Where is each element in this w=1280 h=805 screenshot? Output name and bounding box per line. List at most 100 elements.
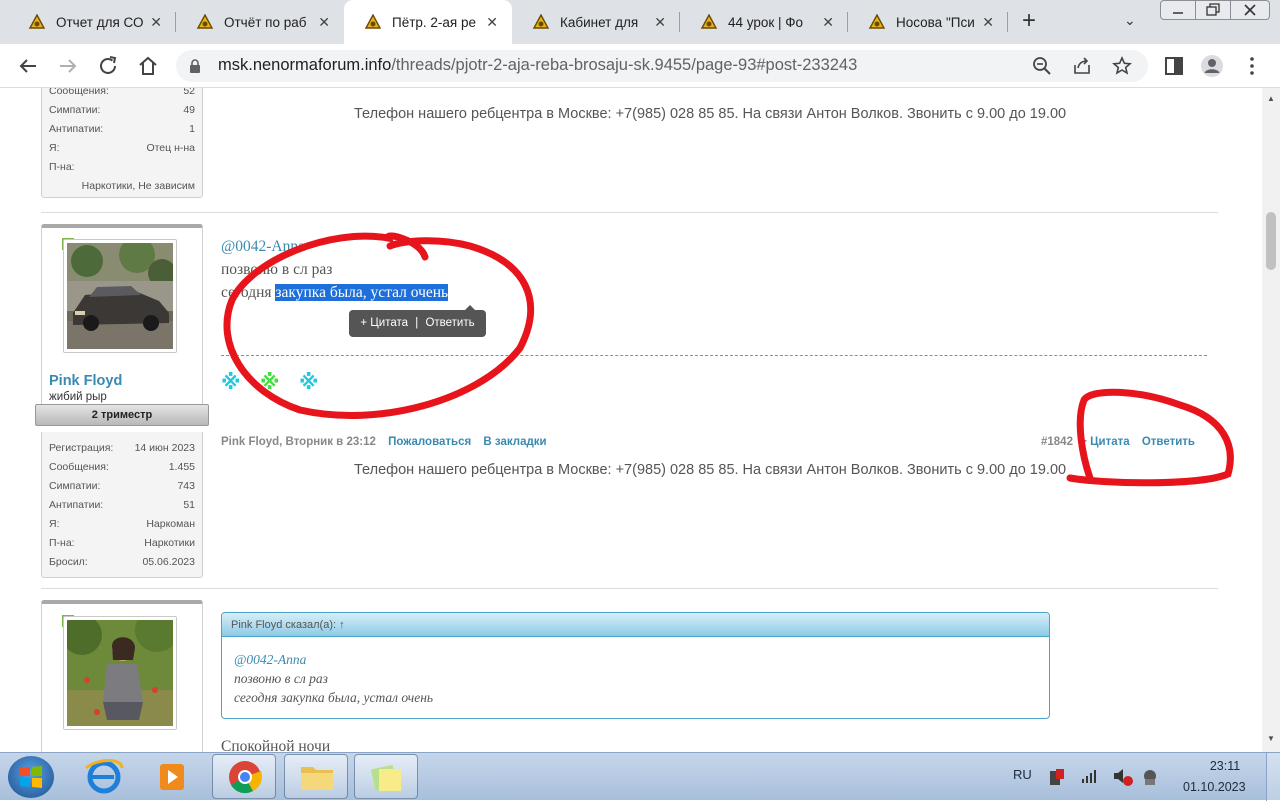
taskbar-explorer[interactable] — [284, 754, 348, 799]
report-link[interactable]: Пожаловаться — [388, 436, 471, 448]
forward-arrow-icon[interactable] — [56, 54, 80, 78]
window-minimize-button[interactable] — [1160, 0, 1196, 20]
window-close-button[interactable] — [1230, 0, 1270, 20]
taskbar-sticky-notes[interactable] — [354, 754, 418, 799]
profile-avatar-icon[interactable] — [1200, 54, 1224, 78]
quote-line: позвоню в сл раз — [234, 671, 328, 686]
stat-row: Я: Отец н-на — [49, 142, 195, 154]
folder-icon — [301, 767, 333, 790]
tab-close-icon[interactable]: ✕ — [318, 14, 330, 30]
user-stats: Регистрация: 14 июн 2023 Сообщения: 1.455 … — [41, 432, 203, 578]
selected-text: закупка была, устал очень — [275, 284, 449, 301]
avatar[interactable] — [63, 237, 177, 353]
username-link[interactable]: Pink Floyd — [49, 373, 122, 389]
clock-time[interactable]: 23:11 — [1196, 759, 1254, 773]
taskbar-chrome[interactable] — [212, 754, 276, 799]
chrome-icon — [229, 761, 263, 794]
site-favicon-icon — [868, 14, 886, 29]
stat-row: Симпатии: 49 — [49, 104, 195, 116]
back-arrow-icon[interactable] — [16, 54, 40, 78]
quote-mention[interactable]: @0042-Anna — [234, 650, 1049, 669]
signature-phone-line: Телефон нашего ребцентра в Москве: +7(98… — [354, 462, 1067, 478]
tab-2[interactable]: Отчёт по раб ✕ — [176, 0, 344, 44]
tab-search-chevron-icon[interactable]: ⌄ — [1124, 12, 1136, 29]
quote-line: сегодня закупка была, устал очень — [234, 690, 434, 705]
tab-close-icon[interactable]: ✕ — [822, 14, 834, 30]
bookmark-link[interactable]: В закладки — [483, 436, 546, 448]
selection-quote-popup: + Цитата | Ответить — [349, 305, 486, 337]
bookmark-star-icon[interactable] — [1112, 56, 1132, 76]
taskbar-media-player[interactable] — [140, 754, 204, 799]
tab-title: 44 урок | Фо — [728, 14, 804, 30]
stat-row: Бросил: 05.06.2023 — [49, 556, 195, 568]
quote-body: @0042-Anna позвоню в сл раз сегодня заку… — [222, 637, 1049, 707]
post-author-date[interactable]: Pink Floyd, Вторник в 23:12 — [221, 436, 376, 448]
home-icon[interactable] — [136, 54, 160, 78]
reload-icon[interactable] — [96, 54, 120, 78]
tab-6[interactable]: Носова "Пси ✕ — [848, 0, 1008, 44]
post-number[interactable]: #1842 — [1041, 436, 1073, 448]
stat-row: Сообщения: 52 — [49, 88, 195, 97]
avatar-woman-image — [62, 608, 179, 726]
avatar[interactable] — [62, 608, 179, 730]
close-icon — [1244, 4, 1256, 16]
stat-row: Антипатии: 51 — [49, 499, 195, 511]
tab-1[interactable]: Отчет для СО ✕ — [8, 0, 176, 44]
tab-title: Носова "Пси — [896, 14, 975, 30]
minimize-icon — [1173, 12, 1183, 14]
reply-button[interactable]: Ответить — [1142, 436, 1195, 448]
stat-row: Антипатии: 1 — [49, 123, 195, 135]
window-restore-button[interactable] — [1195, 0, 1231, 20]
avatar-car-image — [67, 237, 176, 349]
side-panel-icon[interactable] — [1162, 54, 1186, 78]
tab-3-active[interactable]: Пётр. 2-ая ре ✕ — [344, 0, 512, 44]
stat-row: Регистрация: 14 июн 2023 — [49, 442, 195, 454]
tab-close-icon[interactable]: ✕ — [486, 14, 498, 30]
quote-block: Pink Floyd сказал(а): ↑ @0042-Anna позво… — [221, 612, 1050, 719]
restore-icon — [1206, 3, 1220, 16]
vertical-scrollbar[interactable]: ▲ ▼ — [1262, 88, 1280, 752]
tab-close-icon[interactable]: ✕ — [150, 14, 162, 30]
tab-title: Пётр. 2-ая ре — [392, 14, 476, 30]
windows-logo-icon — [20, 766, 42, 788]
quote-header[interactable]: Pink Floyd сказал(а): ↑ — [222, 613, 1049, 637]
share-icon[interactable] — [1072, 56, 1092, 76]
zoom-icon[interactable] — [1032, 56, 1052, 76]
address-bar[interactable]: msk.nenormaforum.info/threads/pjotr-2-aj… — [176, 50, 1148, 82]
popup-reply-button[interactable]: Ответить — [425, 317, 474, 329]
language-indicator[interactable]: RU — [1013, 767, 1032, 782]
url-text[interactable]: msk.nenormaforum.info/threads/pjotr-2-aj… — [218, 56, 857, 75]
tab-title: Отчёт по раб — [224, 14, 307, 30]
scroll-down-arrow-icon[interactable]: ▼ — [1267, 734, 1275, 743]
taskbar-ie[interactable] — [72, 754, 136, 799]
stat-value-pna: Наркотики, Не зависим — [81, 180, 195, 192]
popup-quote-button[interactable]: + Цитата — [360, 317, 408, 329]
kebab-menu-icon[interactable] — [1240, 54, 1264, 78]
tab-4[interactable]: Кабинет для ✕ — [512, 0, 680, 44]
tab-separator — [1007, 12, 1008, 32]
mention-link[interactable]: @0042-Anna — [221, 238, 305, 256]
tab-close-icon[interactable]: ✕ — [654, 14, 666, 30]
tab-title: Кабинет для — [560, 14, 639, 30]
scroll-up-arrow-icon[interactable]: ▲ — [1267, 94, 1275, 103]
quote-button[interactable]: + Цитата — [1080, 436, 1129, 448]
clock-date[interactable]: 01.10.2023 — [1183, 780, 1246, 794]
user-title: жибий рыр — [49, 391, 107, 403]
stat-row: П-на: Наркотики — [49, 537, 195, 549]
post-actions: #1842 + Цитата Ответить — [1041, 436, 1195, 448]
show-desktop-button[interactable] — [1266, 753, 1280, 801]
lock-icon[interactable] — [188, 58, 202, 74]
site-favicon-icon — [700, 14, 718, 29]
tab-5[interactable]: 44 урок | Фо ✕ — [680, 0, 848, 44]
post-reply-text: Спокойной ночи — [221, 738, 331, 752]
new-tab-button[interactable]: + — [1022, 9, 1036, 33]
user-rank-badge: 2 триместр — [35, 404, 209, 426]
prev-user-stats: Сообщения: 52 Симпатии: 49 Антипатии: 1 Я: О… — [41, 88, 203, 198]
system-tray-icons[interactable] — [1048, 767, 1168, 787]
start-button[interactable] — [8, 756, 54, 798]
tab-close-icon[interactable]: ✕ — [982, 14, 994, 30]
sticky-notes-icon — [370, 764, 401, 792]
scrollbar-thumb[interactable] — [1266, 212, 1276, 270]
page-viewport: Сообщения: 52 Симпатии: 49 Антипатии: 1 Я: О… — [0, 88, 1262, 752]
post-meta: Pink Floyd, Вторник в 23:12 Пожаловаться… — [221, 436, 547, 448]
